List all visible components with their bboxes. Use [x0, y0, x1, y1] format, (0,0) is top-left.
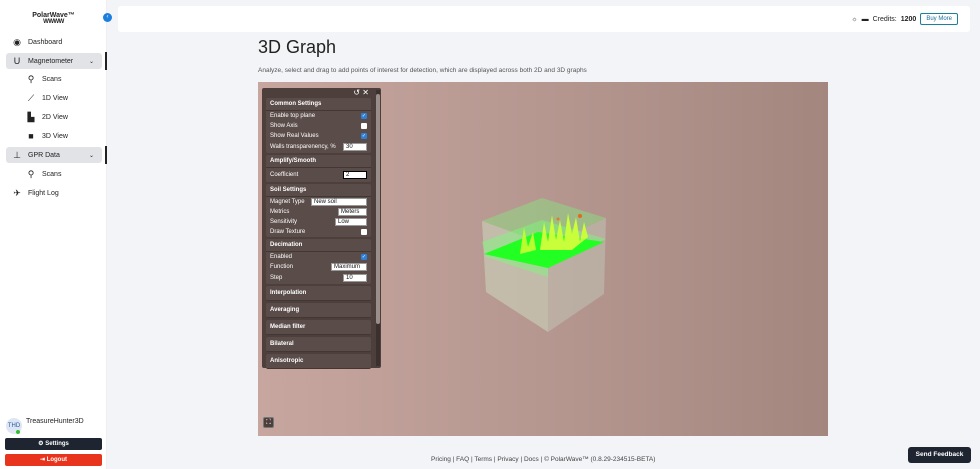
active-indicator — [105, 146, 107, 164]
sidebar: PolarWave™ WWWW ◉ Dashboard U Magnetometer ⌄… — [0, 0, 107, 469]
section-title[interactable]: Amplify/Smooth — [266, 155, 371, 168]
send-feedback-button[interactable]: Send Feedback — [908, 447, 971, 463]
label: Flight Log — [28, 189, 59, 197]
search-icon: ⚲ — [27, 73, 35, 84]
label: Function — [270, 264, 294, 270]
sidebar-item-flight-log[interactable]: ✈ Flight Log — [6, 185, 102, 201]
page-subtitle: Analyze, select and drag to add points o… — [258, 67, 587, 74]
label: Scans — [42, 170, 62, 178]
logout-button[interactable]: ⇥ Logout — [5, 454, 102, 466]
logo-name: PolarWave™ — [32, 12, 75, 19]
walls-transparency-input[interactable]: 30 — [343, 143, 367, 151]
median-filter-section[interactable]: Median filter — [266, 320, 371, 335]
cube-icon: ■ — [28, 131, 34, 141]
logo-mark: WWWW — [43, 19, 64, 25]
credit-card-icon: ▬ — [861, 15, 869, 23]
active-indicator — [105, 52, 107, 70]
label: 1D View — [42, 94, 68, 102]
surface-hotspot — [556, 217, 560, 221]
collapse-sidebar-button[interactable]: ‹ — [103, 13, 112, 22]
label: Logout — [46, 457, 68, 463]
label: Step — [270, 275, 283, 281]
magnet-icon: U — [13, 56, 21, 66]
gpr-icon: ⊥ — [13, 149, 21, 160]
sidebar-item-3d-view[interactable]: ■ 3D View — [6, 128, 102, 144]
draw-texture-checkbox[interactable] — [361, 229, 367, 235]
label: Coefficient — [270, 172, 299, 178]
section-title[interactable]: Common Settings — [266, 98, 371, 111]
credits-label: Credits: — [872, 15, 897, 23]
label: Draw Texture — [270, 229, 306, 235]
section-title[interactable]: Decimation — [266, 239, 371, 252]
enable-top-plane-checkbox[interactable]: ✓ — [361, 113, 367, 119]
user-name: TreasureHunter3D — [26, 418, 84, 425]
bilateral-section[interactable]: Bilateral — [266, 337, 371, 352]
label: Show Axis — [270, 123, 298, 129]
chevron-down-icon: ⌄ — [88, 58, 94, 65]
buy-more-button[interactable]: Buy More — [920, 13, 958, 25]
amplify-section: Amplify/Smooth Coefficient 2 — [266, 155, 371, 182]
anisotropic-section[interactable]: Anisotropic — [266, 354, 371, 369]
logo[interactable]: PolarWave™ WWWW — [0, 12, 107, 25]
label: Enabled — [270, 254, 293, 260]
top-bar: ☼ ▬ Credits: 1200 Buy More — [118, 6, 970, 32]
label: Walls transparenency, % — [270, 144, 336, 150]
interpolation-section[interactable]: Interpolation — [266, 286, 371, 301]
soil-settings-section: Soil Settings Magnet Type New soil Metric… — [266, 184, 371, 237]
label: 3D View — [42, 132, 68, 140]
show-real-values-checkbox[interactable]: ✓ — [361, 133, 367, 139]
bar-chart-icon: ▙ — [27, 111, 35, 122]
label: Magnetometer — [28, 57, 74, 65]
settings-panel: ↺ ✕ Common Settings Enable top plane ✓ Sh… — [262, 88, 381, 369]
sidebar-item-magnetometer[interactable]: U Magnetometer ⌄ — [6, 53, 102, 69]
decimation-enabled-checkbox[interactable]: ✓ — [361, 254, 367, 260]
label: Dashboard — [28, 38, 63, 46]
page-title: 3D Graph — [258, 37, 337, 57]
sidebar-item-scans[interactable]: ⚲ Scans — [6, 71, 102, 87]
sidebar-item-dashboard[interactable]: ◉ Dashboard — [6, 34, 102, 50]
sidebar-item-1d-view[interactable]: ⟋ 1D View — [6, 90, 102, 106]
magnet-type-select[interactable]: New soil — [311, 198, 367, 206]
sidebar-item-gpr-scans[interactable]: ⚲ Scans — [6, 166, 102, 182]
reset-icon[interactable]: ↺ — [353, 88, 360, 97]
footer-links[interactable]: Pricing | FAQ | Terms | Privacy | Docs |… — [431, 456, 655, 463]
label: Metrics — [270, 209, 290, 215]
averaging-section[interactable]: Averaging — [266, 303, 371, 318]
section-title[interactable]: Soil Settings — [266, 184, 371, 197]
panel-scrollbar[interactable] — [376, 90, 380, 366]
sidebar-item-2d-view[interactable]: ▙ 2D View — [6, 109, 102, 125]
function-select[interactable]: Maximum — [331, 263, 367, 271]
sidebar-item-gpr-data[interactable]: ⊥ GPR Data ⌄ — [6, 147, 102, 163]
label: GPR Data — [28, 151, 60, 159]
line-chart-icon: ⟋ — [27, 92, 35, 103]
label: Sensitivity — [270, 219, 298, 225]
label: Enable top plane — [270, 113, 316, 119]
fullscreen-icon[interactable]: ⛶ — [263, 417, 274, 428]
label: Show Real Values — [270, 133, 319, 139]
close-icon[interactable]: ✕ — [362, 88, 369, 97]
label: Magnet Type — [270, 199, 305, 205]
dashboard-icon: ◉ — [13, 36, 21, 47]
common-settings-section: Common Settings Enable top plane ✓ Show A… — [266, 98, 371, 153]
label: Settings — [45, 441, 69, 447]
3d-graph-canvas[interactable]: ↺ ✕ Common Settings Enable top plane ✓ Sh… — [258, 82, 828, 436]
show-axis-checkbox[interactable] — [361, 123, 367, 129]
sensitivity-select[interactable]: Low — [335, 218, 367, 226]
settings-button[interactable]: ⚙ Settings — [5, 438, 102, 450]
credits-value: 1200 — [900, 15, 917, 23]
metrics-select[interactable]: Meters — [338, 208, 367, 216]
step-input[interactable]: 10 — [343, 274, 367, 282]
chevron-down-icon: ⌄ — [88, 152, 94, 159]
search-icon: ⚲ — [27, 168, 35, 179]
label: 2D View — [42, 113, 68, 121]
label: Scans — [42, 75, 62, 83]
surface-hotspot — [578, 214, 582, 218]
plane-icon: ✈ — [13, 187, 21, 198]
online-status-dot — [16, 430, 20, 434]
coefficient-stepper[interactable]: 2 — [343, 171, 367, 179]
theme-toggle-icon[interactable]: ☼ — [851, 16, 857, 23]
decimation-section: Decimation Enabled ✓ Function Maximum Step… — [266, 239, 371, 284]
